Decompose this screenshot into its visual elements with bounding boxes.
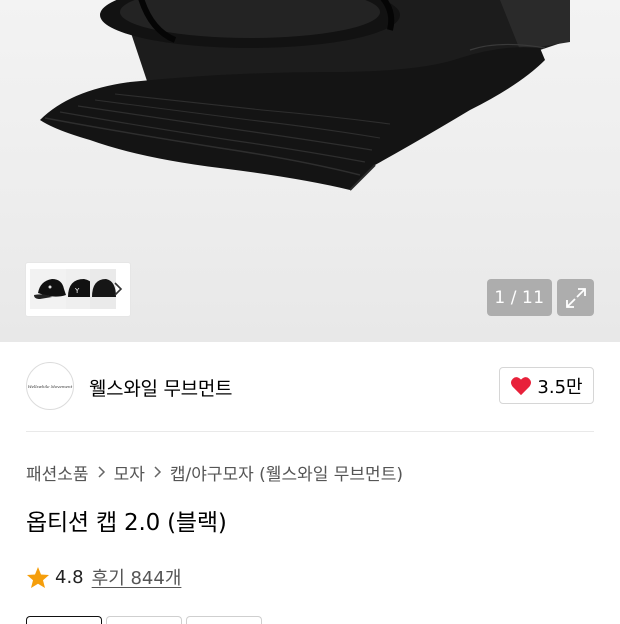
svg-text:Y: Y bbox=[74, 287, 80, 295]
breadcrumb-item-fashion-accessories[interactable]: 패션소품 bbox=[26, 460, 89, 485]
image-counter: 1 / 11 bbox=[487, 279, 552, 316]
option-tabs bbox=[26, 616, 262, 624]
like-button[interactable]: 3.5만 bbox=[499, 367, 594, 404]
option-tab-2[interactable] bbox=[106, 616, 182, 624]
breadcrumb: 패션소품 모자 캡/야구모자 (웰스와일 무브먼트) bbox=[26, 459, 403, 485]
star-icon bbox=[27, 566, 49, 588]
brand-name-link[interactable]: 웰스와일 무브먼트 bbox=[89, 374, 232, 401]
option-tab-3[interactable] bbox=[186, 616, 262, 624]
breadcrumb-item-hats[interactable]: 모자 bbox=[114, 460, 145, 485]
brand-row: Wellswhile Movement 웰스와일 무브먼트 3.5만 bbox=[26, 360, 594, 414]
heart-icon bbox=[511, 376, 532, 395]
product-image-gallery[interactable]: Y 1 / 11 bbox=[0, 0, 620, 342]
rating-score: 4.8 bbox=[55, 566, 84, 588]
chevron-right-icon bbox=[114, 282, 123, 296]
image-counter-separator: / bbox=[510, 287, 517, 308]
thumbnail-1[interactable] bbox=[30, 269, 70, 309]
expand-image-button[interactable] bbox=[557, 279, 594, 316]
product-title: 옵티션 캡 2.0 (블랙) bbox=[26, 510, 227, 536]
section-divider bbox=[26, 431, 594, 432]
reviews-link[interactable]: 후기 844개 bbox=[92, 564, 182, 590]
expand-icon bbox=[565, 287, 586, 308]
breadcrumb-item-caps[interactable]: 캡/야구모자 (웰스와일 무브먼트) bbox=[170, 460, 403, 485]
thumbnail-next-button[interactable] bbox=[110, 277, 126, 301]
cap-thumbnail-icon bbox=[34, 279, 66, 299]
chevron-right-icon bbox=[97, 465, 106, 479]
brand-logo[interactable]: Wellswhile Movement bbox=[26, 362, 74, 410]
chevron-right-icon bbox=[153, 465, 162, 479]
thumbnail-strip[interactable]: Y bbox=[26, 263, 130, 316]
like-count: 3.5만 bbox=[537, 376, 583, 398]
image-counter-total: 11 bbox=[521, 287, 545, 308]
image-counter-current: 1 bbox=[494, 287, 506, 308]
rating-row: 4.8 후기 844개 bbox=[26, 563, 181, 591]
option-tab-1[interactable] bbox=[26, 616, 102, 624]
brand-logo-text: Wellswhile Movement bbox=[27, 383, 73, 389]
